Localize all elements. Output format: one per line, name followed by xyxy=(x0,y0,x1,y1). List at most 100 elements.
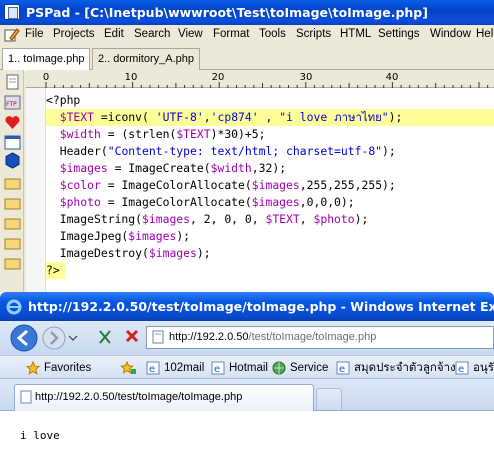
svg-text:e: e xyxy=(214,364,220,375)
menu-help[interactable]: Hel xyxy=(476,28,493,40)
code-token: $color xyxy=(46,178,101,192)
code-token: ImageJpeg( xyxy=(46,229,129,243)
page-output-text: i love xyxy=(20,429,60,442)
ie-tab-toimage[interactable]: http://192.2.0.50/test/toImage/toImage.p… xyxy=(14,384,314,411)
code-token: "i love ภาษาไทย" xyxy=(279,110,389,124)
code-token: ImageDestroy( xyxy=(46,246,149,260)
menu-format[interactable]: Format xyxy=(213,28,249,40)
code-token: $TEXT xyxy=(46,110,95,124)
code-token: $images xyxy=(251,195,300,209)
link-label: อนุรั xyxy=(473,362,494,374)
ruler-ticks: 0 10 20 30 40 xyxy=(43,72,489,88)
code-token: ?> xyxy=(46,263,60,277)
pspad-title-bar[interactable]: PSPad - [C:\Inetpub\wwwroot\Test\toImage… xyxy=(0,0,494,25)
code-token: = ImageColorAllocate( xyxy=(100,178,252,192)
editor-gutter xyxy=(26,88,46,300)
code-editor[interactable]: <?php $TEXT =iconv( 'UTF-8','cp874' , "i… xyxy=(46,88,494,300)
compatibility-icon[interactable] xyxy=(96,328,114,346)
folder-icon[interactable] xyxy=(4,234,21,251)
page-icon xyxy=(152,330,164,344)
address-host: http://192.2.0.50 xyxy=(169,331,249,343)
svg-text:e: e xyxy=(339,364,345,375)
ie-page-icon: e xyxy=(211,361,225,375)
code-token: , xyxy=(299,212,314,226)
svg-text:e: e xyxy=(149,364,155,375)
code-token: $width xyxy=(46,127,101,141)
favorites-bar: Favorites e 102mail e Hotmail Service e … xyxy=(0,355,494,379)
menu-search[interactable]: Search xyxy=(134,28,170,40)
ruler-label-20: 20 xyxy=(212,72,225,83)
folder-icon[interactable] xyxy=(4,194,21,211)
code-token: , 2, 0, 0, xyxy=(190,212,266,226)
menu-scripts[interactable]: Scripts xyxy=(296,28,331,40)
file-tab-toimage[interactable]: 1.. toImage.php xyxy=(2,48,90,71)
code-token: ,0,0,0); xyxy=(299,195,355,209)
ruler-label-10: 10 xyxy=(125,72,138,83)
link-label: Service xyxy=(290,362,329,374)
menu-tools[interactable]: Tools xyxy=(259,28,286,40)
link-102mail[interactable]: e 102mail xyxy=(146,356,206,380)
chevron-down-icon[interactable] xyxy=(68,333,78,343)
favorites-button[interactable]: Favorites xyxy=(26,356,106,380)
forward-arrow-icon[interactable] xyxy=(42,326,66,350)
code-token: = (strlen( xyxy=(100,127,177,141)
menu-html[interactable]: HTML xyxy=(340,28,371,40)
pspad-side-toolbar: FTP xyxy=(0,70,24,300)
menu-settings[interactable]: Settings xyxy=(378,28,420,40)
window-list-icon[interactable] xyxy=(4,134,21,151)
link-employee-record[interactable]: e สมุดประจำตัวลูกจ้าง xyxy=(336,356,456,380)
add-favorites-icon[interactable] xyxy=(120,361,136,375)
ruler-label-30: 30 xyxy=(300,72,313,83)
code-line-7: $photo = ImageColorAllocate($images,0,0,… xyxy=(46,194,494,211)
link-hotmail[interactable]: e Hotmail xyxy=(211,356,271,380)
code-token: $photo xyxy=(313,212,355,226)
page-icon xyxy=(20,390,32,404)
code-token: $images xyxy=(148,246,197,260)
ie-page-icon: e xyxy=(455,361,469,375)
code-token: ,255,255,255); xyxy=(299,178,396,192)
menu-projects[interactable]: Projects xyxy=(53,28,95,40)
code-line-11: ?> xyxy=(46,262,66,279)
ftp-icon[interactable]: FTP xyxy=(4,94,21,111)
ie-title-bar[interactable]: http://192.2.0.50/test/toImage/toImage.p… xyxy=(0,292,494,321)
menu-file[interactable]: File xyxy=(25,28,44,40)
code-token: 'cp874' xyxy=(210,110,259,124)
link-service[interactable]: Service xyxy=(272,356,332,380)
back-arrow-icon[interactable] xyxy=(10,324,38,352)
code-line-1: <?php xyxy=(46,92,494,109)
code-token: ,32); xyxy=(251,161,287,175)
ruler-label-40: 40 xyxy=(386,72,399,83)
code-token: = ImageColorAllocate( xyxy=(100,195,252,209)
code-token: $images xyxy=(251,178,300,192)
globe-icon xyxy=(272,361,286,375)
code-token: , xyxy=(203,110,211,124)
code-token: $TEXT xyxy=(265,212,300,226)
menu-view[interactable]: View xyxy=(178,28,203,40)
code-line-6: $color = ImageColorAllocate($images,255,… xyxy=(46,177,494,194)
code-line-10: ImageDestroy($images); xyxy=(46,245,494,262)
new-tab-button[interactable] xyxy=(316,388,342,410)
menu-window[interactable]: Window xyxy=(430,28,471,40)
ie-navigation-bar: http://192.2.0.50/test/toImage/toImage.p… xyxy=(0,321,494,355)
ie-window-title: http://192.2.0.50/test/toImage/toImage.p… xyxy=(28,299,494,314)
ie-page-content: i love xyxy=(0,412,494,468)
code-token: Header( xyxy=(46,144,108,158)
folder-icon[interactable] xyxy=(4,174,21,191)
svg-text:e: e xyxy=(458,364,464,375)
link-truncated[interactable]: e อนุรั xyxy=(455,356,494,380)
ie-page-icon: e xyxy=(146,361,160,375)
code-line-4: Header("Content-type: text/html; charset… xyxy=(46,143,494,160)
page-icon[interactable] xyxy=(4,74,21,91)
code-token: ImageString( xyxy=(46,212,143,226)
file-tab-dormitory[interactable]: 2.. dormitory_A.php xyxy=(92,48,200,70)
menu-edit[interactable]: Edit xyxy=(104,28,124,40)
stop-icon[interactable] xyxy=(124,328,140,344)
heart-icon[interactable] xyxy=(4,114,21,131)
cube-icon[interactable] xyxy=(4,152,21,169)
code-line-8: ImageString($images, 2, 0, 0, $TEXT, $ph… xyxy=(46,211,494,228)
code-line-3: $width = (strlen($TEXT)*30)+5; xyxy=(46,126,494,143)
folder-icon[interactable] xyxy=(4,254,21,271)
ie-window: http://192.2.0.50/test/toImage/toImage.p… xyxy=(0,292,494,468)
folder-icon[interactable] xyxy=(4,214,21,231)
address-bar[interactable]: http://192.2.0.50/test/toImage/toImage.p… xyxy=(146,326,494,349)
